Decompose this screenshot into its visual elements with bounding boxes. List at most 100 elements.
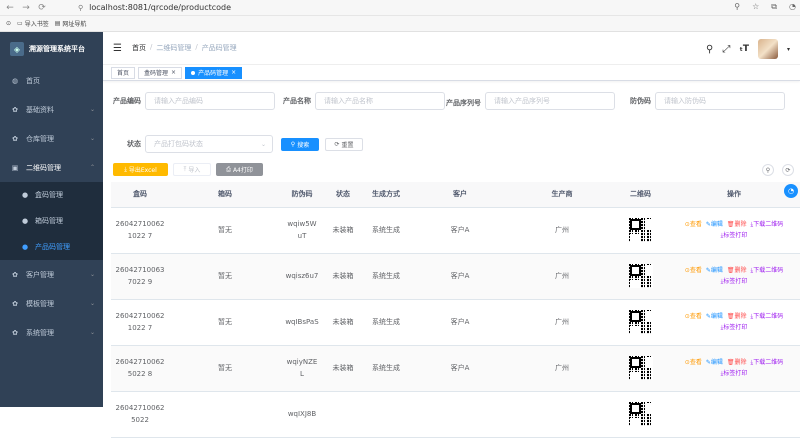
button-label: A4打印 [232, 167, 253, 174]
help-float-button[interactable]: ◔ [784, 184, 798, 198]
sidebar-item-basic[interactable]: ✿ 基础资料 ⌄ [0, 95, 103, 124]
toggle-search-button[interactable]: ⚲ [762, 164, 774, 176]
product-code-input[interactable]: 请输入产品编码 [145, 92, 275, 110]
search-button[interactable]: ⚲ 搜索 [281, 138, 319, 151]
bookmarks-menu-icon[interactable]: ⊙ [6, 20, 11, 27]
cell-maker: 广州 [511, 299, 613, 346]
cell-customer: 客户A [409, 207, 511, 254]
cell-case-code: 暂无 [169, 253, 281, 300]
tag-productcode[interactable]: 产品码管理 × [185, 66, 243, 79]
hamburger-icon[interactable]: ☰ [113, 43, 122, 54]
reset-button[interactable]: ⟳ 重置 [325, 138, 363, 151]
edit-button[interactable]: ✎编辑 [706, 313, 723, 320]
anti-fake-input[interactable]: 请输入防伪码 [655, 92, 785, 110]
edit-button[interactable]: ✎编辑 [706, 267, 723, 274]
tag-home[interactable]: 首页 [111, 66, 136, 79]
export-excel-button[interactable]: ⤓ 导出Excel [113, 163, 168, 176]
chevron-down-icon: ⌄ [89, 300, 95, 307]
tag-label: 产品码管理 [198, 70, 229, 77]
breadcrumb-current: 产品码管理 [201, 44, 237, 52]
filter-serial: 产品序列号 请输入产品序列号 [443, 92, 615, 122]
edit-button[interactable]: ✎编辑 [706, 359, 723, 366]
close-icon[interactable]: × [231, 69, 236, 76]
caret-down-icon[interactable]: ▾ [787, 46, 790, 53]
sidebar-item-casecode[interactable]: ● 箱码管理 [0, 208, 103, 234]
qrcode-image[interactable] [628, 356, 653, 380]
delete-button[interactable]: 🗑删除 [727, 221, 747, 228]
import-button[interactable]: ⤒ 导入 [173, 163, 211, 176]
tag-boxcode[interactable]: 盒码管理 × [138, 66, 183, 79]
download-qrcode-button[interactable]: ⤓下载二维码 [751, 359, 784, 366]
print-label-button[interactable]: ⤓标签打印 [721, 324, 748, 331]
account-icon[interactable]: ◔ [789, 2, 796, 12]
download-qrcode-button[interactable]: ⤓下载二维码 [751, 313, 784, 320]
navbar: ☰ 首页 / 二维码管理 / 产品码管理 ⚲ ⤢ ₜT ▾ [103, 32, 800, 65]
delete-button[interactable]: 🗑删除 [727, 313, 747, 320]
print-label-button[interactable]: ⤓标签打印 [721, 370, 748, 377]
sidebar-item-template[interactable]: ✿ 模板管理 ⌄ [0, 289, 103, 318]
qrcode-image[interactable] [628, 218, 653, 242]
cell-qrcode [613, 299, 668, 346]
sidebar-item-productcode[interactable]: ● 产品码管理 [0, 234, 103, 260]
product-name-input[interactable]: 请输入产品名称 [315, 92, 445, 110]
font-size-icon[interactable]: ₜT [739, 44, 749, 54]
address-bar[interactable]: ⚲ localhost:8081/qrcode/productcode [78, 3, 231, 12]
view-button[interactable]: ⊙查看 [685, 267, 702, 274]
bookmark-nav[interactable]: ▤ 网址导航 [55, 19, 87, 28]
view-button[interactable]: ⊙查看 [685, 359, 702, 366]
upload-icon: ⤒ [183, 165, 187, 173]
download-qrcode-button[interactable]: ⤓下载二维码 [751, 221, 784, 228]
view-button[interactable]: ⊙查看 [685, 313, 702, 320]
qrcode-image[interactable] [628, 264, 653, 288]
avatar[interactable] [757, 39, 778, 59]
sidebar-item-label: 系统管理 [26, 328, 54, 337]
sidebar-item-warehouse[interactable]: ✿ 仓库管理 ⌄ [0, 124, 103, 153]
print-label-button[interactable]: ⤓标签打印 [721, 232, 748, 239]
sidebar-item-boxcode[interactable]: ● 盒码管理 [0, 182, 103, 208]
sidebar-item-qrcode[interactable]: ▣ 二维码管理 ⌃ [0, 153, 103, 182]
sidebar-item-customer[interactable]: ✿ 客户管理 ⌄ [0, 260, 103, 289]
sidebar-item-label: 箱码管理 [35, 217, 63, 225]
delete-button[interactable]: 🗑删除 [727, 267, 747, 274]
delete-button[interactable]: 🗑删除 [727, 359, 747, 366]
view-button[interactable]: ⊙查看 [685, 221, 702, 228]
site-info-icon[interactable]: ⚲ [78, 4, 83, 12]
breadcrumb-home[interactable]: 首页 [132, 43, 146, 53]
reload-icon[interactable]: ⟳ [36, 2, 48, 14]
search-icon[interactable]: ⚲ [706, 44, 713, 55]
cell-box-code: 260427100621022 7 [111, 207, 169, 254]
field-label: 产品序列号 [446, 99, 481, 107]
edit-button[interactable]: ✎编辑 [706, 221, 723, 228]
fullscreen-icon[interactable]: ⤢ [722, 44, 730, 55]
print-label-button[interactable]: ⤓标签打印 [721, 278, 748, 285]
chevron-down-icon: ⌄ [89, 135, 95, 142]
back-icon[interactable]: ← [4, 2, 16, 14]
button-label: 导入 [188, 167, 201, 174]
bookmark-import[interactable]: ▭ 导入书签 [17, 19, 49, 28]
table-row: 260427100625022 wqIXJ8B [111, 391, 800, 438]
a4-print-button[interactable]: ⎙ A4打印 [216, 163, 263, 176]
cell-status [323, 391, 363, 438]
extensions-icon[interactable]: ⧉ [771, 2, 777, 12]
star-icon[interactable]: ☆ [752, 2, 759, 12]
tag-label: 盒码管理 [144, 70, 169, 77]
status-select[interactable]: 产品打包码状态 ⌄ [145, 135, 273, 153]
cell-qrcode [613, 391, 668, 438]
folder-icon: ▤ [54, 20, 61, 27]
serial-input[interactable]: 请输入产品序列号 [485, 92, 615, 110]
breadcrumb-qrcode: 二维码管理 [156, 44, 192, 52]
download-qrcode-button[interactable]: ⤓下载二维码 [751, 267, 784, 274]
location-icon[interactable]: ⚲ [734, 2, 740, 12]
cell-case-code: 暂无 [169, 207, 281, 254]
cell-mode: 系统生成 [363, 253, 409, 300]
close-icon[interactable]: × [171, 69, 176, 76]
qrcode-image[interactable] [628, 310, 653, 334]
settings-icon: ✿ [12, 328, 18, 337]
table-row: 260427100625022 8 暂无 wqiyNZEL 未装箱 系统生成 客… [111, 345, 800, 392]
qrcode-image[interactable] [628, 402, 653, 426]
sidebar-item-system[interactable]: ✿ 系统管理 ⌄ [0, 318, 103, 347]
refresh-table-button[interactable]: ⟳ [782, 164, 794, 176]
sidebar-item-home[interactable]: ◍ 首页 [0, 66, 103, 95]
forward-icon[interactable]: → [20, 2, 32, 14]
cell-customer: 客户A [409, 299, 511, 346]
